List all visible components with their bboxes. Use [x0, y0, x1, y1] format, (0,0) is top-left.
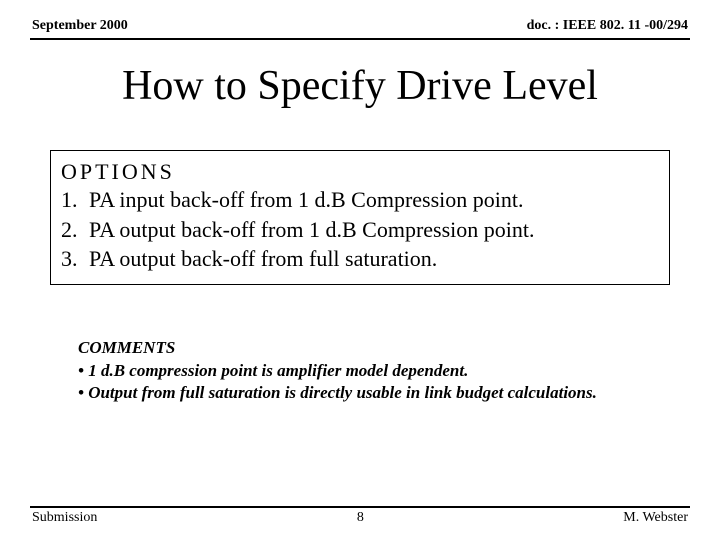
- slide-title: How to Specify Drive Level: [30, 62, 690, 110]
- options-item-text: PA output back-off from full saturation.: [89, 244, 437, 274]
- options-item: 1.PA input back-off from 1 d.B Compressi…: [61, 185, 659, 215]
- options-box: OPTIONS 1.PA input back-off from 1 d.B C…: [50, 150, 670, 285]
- comments-block: COMMENTS 1 d.B compression point is ampl…: [78, 337, 656, 404]
- comments-list: 1 d.B compression point is amplifier mod…: [78, 360, 656, 405]
- footer-rule: [30, 506, 690, 508]
- footer-page-number: 8: [357, 510, 364, 526]
- comments-item-text: 1 d.B compression point is amplifier mod…: [88, 361, 468, 380]
- options-item: 3.PA output back-off from full saturatio…: [61, 244, 659, 274]
- comments-item: 1 d.B compression point is amplifier mod…: [78, 360, 656, 382]
- header-bar: September 2000 doc. : IEEE 802. 11 -00/2…: [30, 18, 690, 37]
- footer-bar: Submission 8 M. Webster: [30, 510, 690, 526]
- footer-author: M. Webster: [623, 510, 688, 526]
- comments-item: Output from full saturation is directly …: [78, 382, 656, 404]
- header-rule: [30, 38, 690, 40]
- options-item-text: PA input back-off from 1 d.B Compression…: [89, 185, 524, 215]
- comments-heading: COMMENTS: [78, 337, 656, 359]
- options-item: 2.PA output back-off from 1 d.B Compress…: [61, 215, 659, 245]
- comments-item-text: Output from full saturation is directly …: [88, 383, 597, 402]
- options-list: 1.PA input back-off from 1 d.B Compressi…: [61, 185, 659, 274]
- footer-left: Submission: [32, 510, 97, 526]
- slide-page: September 2000 doc. : IEEE 802. 11 -00/2…: [0, 0, 720, 540]
- options-item-text: PA output back-off from 1 d.B Compressio…: [89, 215, 535, 245]
- footer-wrap: Submission 8 M. Webster: [30, 506, 690, 526]
- header-docref: doc. : IEEE 802. 11 -00/294: [527, 18, 688, 34]
- options-heading: OPTIONS: [61, 159, 659, 185]
- header-date: September 2000: [32, 18, 128, 34]
